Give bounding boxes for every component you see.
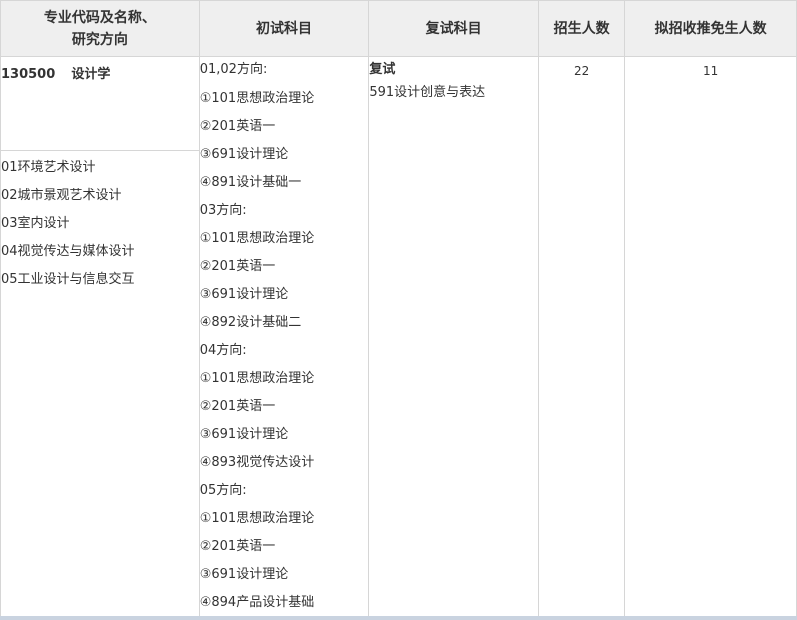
exam-line: ②201英语一 — [199, 119, 276, 134]
exam-line: ②201英语一 — [199, 539, 276, 554]
direction-list: 01环境艺术设计 02城市景观艺术设计 03室内设计 04视觉传达与媒体设计 0… — [1, 151, 199, 294]
exam-line: ④892设计基础二 — [199, 315, 302, 330]
direction-item: 03室内设计 — [1, 216, 70, 231]
enrollment-cell: 22 — [537, 56, 626, 618]
header-major-line1: 专业代码及名称、 — [43, 9, 156, 26]
retest-title: 复试 — [369, 62, 396, 77]
bottom-scroll-edge — [0, 616, 797, 620]
exam-line: 01,02方向: — [199, 62, 268, 77]
header-retest: 复试科目 — [368, 0, 539, 57]
table-header-row: 专业代码及名称、 研究方向 初试科目 复试科目 招生人数 拟招收推免生人数 — [0, 0, 797, 57]
major-name: 设计学 — [71, 67, 111, 82]
exam-line: ②201英语一 — [199, 399, 276, 414]
direction-item: 01环境艺术设计 — [1, 160, 96, 175]
admissions-table-page: 专业代码及名称、 研究方向 初试科目 复试科目 招生人数 拟招收推免生人数 13… — [0, 0, 797, 620]
major-code: 130500 — [1, 67, 56, 82]
exam-line: ③691设计理论 — [199, 147, 289, 162]
exam-line: ①101思想政治理论 — [199, 511, 315, 526]
header-initial-exam: 初试科目 — [198, 0, 370, 57]
exempt-cell: 11 — [624, 56, 797, 618]
exam-line: ①101思想政治理论 — [199, 371, 315, 386]
exam-line: ①101思想政治理论 — [199, 91, 315, 106]
exam-line: ③691设计理论 — [199, 427, 289, 442]
exempt-count: 11 — [703, 64, 719, 78]
direction-item: 02城市景观艺术设计 — [1, 188, 122, 203]
retest-cell: 复试 591设计创意与表达 — [368, 56, 539, 618]
enrollment-count: 22 — [574, 64, 590, 78]
exam-line: ②201英语一 — [199, 259, 276, 274]
exam-line: ④894产品设计基础 — [199, 595, 315, 610]
initial-exam-cell: 01,02方向: ①101思想政治理论 ②201英语一 ③691设计理论 ④89… — [198, 56, 370, 618]
direction-item: 04视觉传达与媒体设计 — [1, 244, 135, 259]
exam-line: ④893视觉传达设计 — [199, 455, 315, 470]
direction-item: 05工业设计与信息交互 — [1, 272, 135, 287]
exam-line: ①101思想政治理论 — [199, 231, 315, 246]
major-title-block: 130500 设计学 — [1, 57, 199, 151]
retest-subject: 591设计创意与表达 — [369, 85, 486, 100]
exam-line: 03方向: — [199, 203, 247, 218]
exam-line: ③691设计理论 — [199, 287, 289, 302]
exam-line: 05方向: — [199, 483, 247, 498]
exam-line: ③691设计理论 — [199, 567, 289, 582]
header-exempt: 拟招收推免生人数 — [624, 0, 797, 57]
header-enrollment: 招生人数 — [537, 0, 626, 57]
header-major-line2: 研究方向 — [71, 31, 128, 48]
table-row: 130500 设计学 01环境艺术设计 02城市景观艺术设计 03室内设计 04… — [0, 56, 797, 618]
header-major: 专业代码及名称、 研究方向 — [0, 0, 200, 57]
major-cell: 130500 设计学 01环境艺术设计 02城市景观艺术设计 03室内设计 04… — [0, 56, 200, 618]
exam-line: ④891设计基础一 — [199, 175, 302, 190]
admissions-table: 专业代码及名称、 研究方向 初试科目 复试科目 招生人数 拟招收推免生人数 13… — [0, 0, 797, 618]
exam-line: 04方向: — [199, 343, 247, 358]
